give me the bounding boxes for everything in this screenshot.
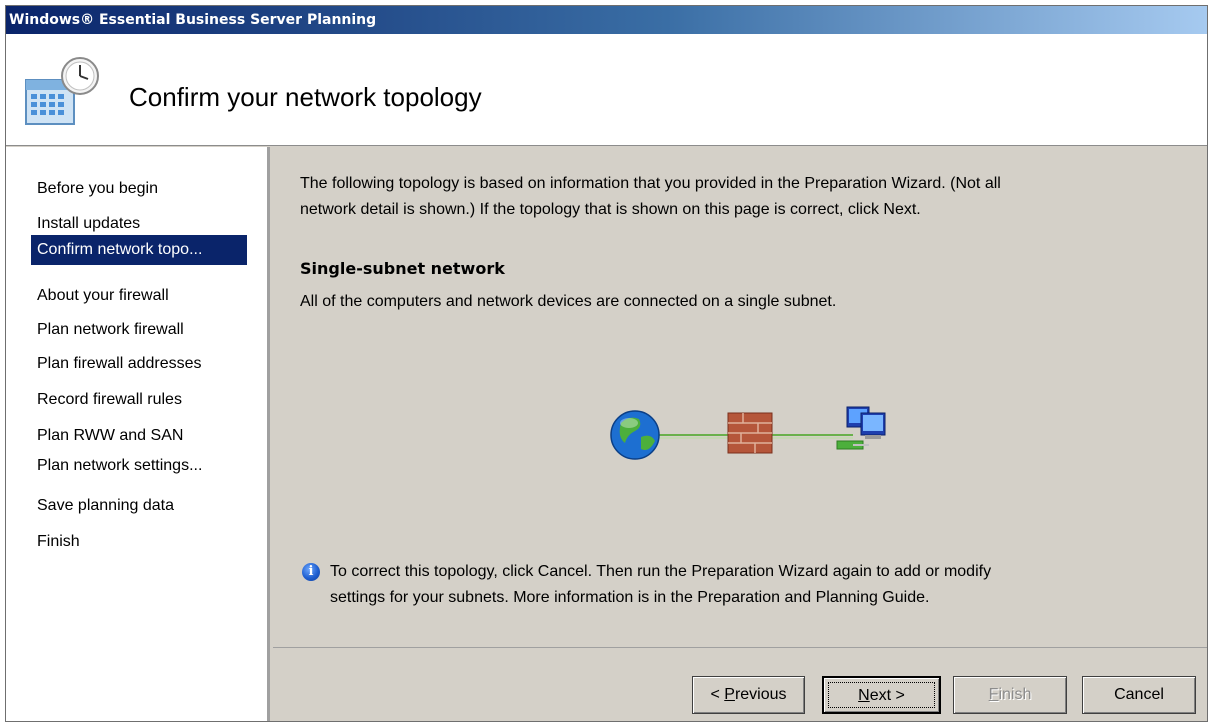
computers-network-icon [836, 406, 886, 450]
sidebar-item-plan-network-firewall[interactable]: Plan network firewall [31, 315, 190, 345]
info-line-1: To correct this topology, click Cancel. … [330, 563, 992, 580]
intro-line-2: network detail is shown.) If the topolog… [300, 201, 921, 218]
page-title: Confirm your network topology [129, 82, 482, 112]
previous-button[interactable]: < Previous [692, 676, 805, 714]
topology-diagram [610, 406, 886, 460]
globe-icon [610, 410, 660, 460]
wizard-header: Confirm your network topology [6, 34, 1207, 146]
content-pane: The following topology is based on infor… [273, 147, 1207, 647]
sidebar-item-before-you-begin[interactable]: Before you begin [31, 174, 164, 204]
sidebar-item-save-planning-data[interactable]: Save planning data [31, 491, 180, 521]
wizard-window: Windows® Essential Business Server Plann… [5, 5, 1208, 722]
calendar-clock-icon [25, 57, 99, 125]
title-bar: Windows® Essential Business Server Plann… [6, 6, 1207, 34]
info-icon: i [302, 563, 320, 581]
finish-button[interactable]: Finish [953, 676, 1067, 714]
sidebar-item-confirm-network-topology[interactable]: Confirm network topo... [31, 235, 247, 265]
firewall-brick-icon [727, 412, 773, 454]
sidebar-item-plan-rww-and-san[interactable]: Plan RWW and SAN [31, 421, 189, 451]
wizard-footer: < Previous Next > Finish Cancel [273, 647, 1207, 721]
intro-line-1: The following topology is based on infor… [300, 175, 1001, 192]
info-line-2: settings for your subnets. More informat… [330, 589, 930, 606]
sidebar-item-plan-network-settings[interactable]: Plan network settings... [31, 451, 208, 481]
cancel-button[interactable]: Cancel [1082, 676, 1196, 714]
next-button-focus: Next > [828, 682, 935, 708]
topology-type-heading: Single-subnet network [300, 259, 505, 278]
sidebar-item-finish[interactable]: Finish [31, 527, 86, 557]
wizard-steps-sidebar: Before you begin Install updates Confirm… [6, 147, 270, 721]
sidebar-item-record-firewall-rules[interactable]: Record firewall rules [31, 385, 188, 415]
sidebar-item-plan-firewall-addresses[interactable]: Plan firewall addresses [31, 349, 208, 379]
info-note: i To correct this topology, click Cancel… [302, 559, 1162, 611]
intro-text: The following topology is based on infor… [300, 171, 1180, 223]
sidebar-item-about-your-firewall[interactable]: About your firewall [31, 281, 175, 311]
topology-description: All of the computers and network devices… [300, 293, 837, 310]
next-button[interactable]: Next > [822, 676, 941, 714]
